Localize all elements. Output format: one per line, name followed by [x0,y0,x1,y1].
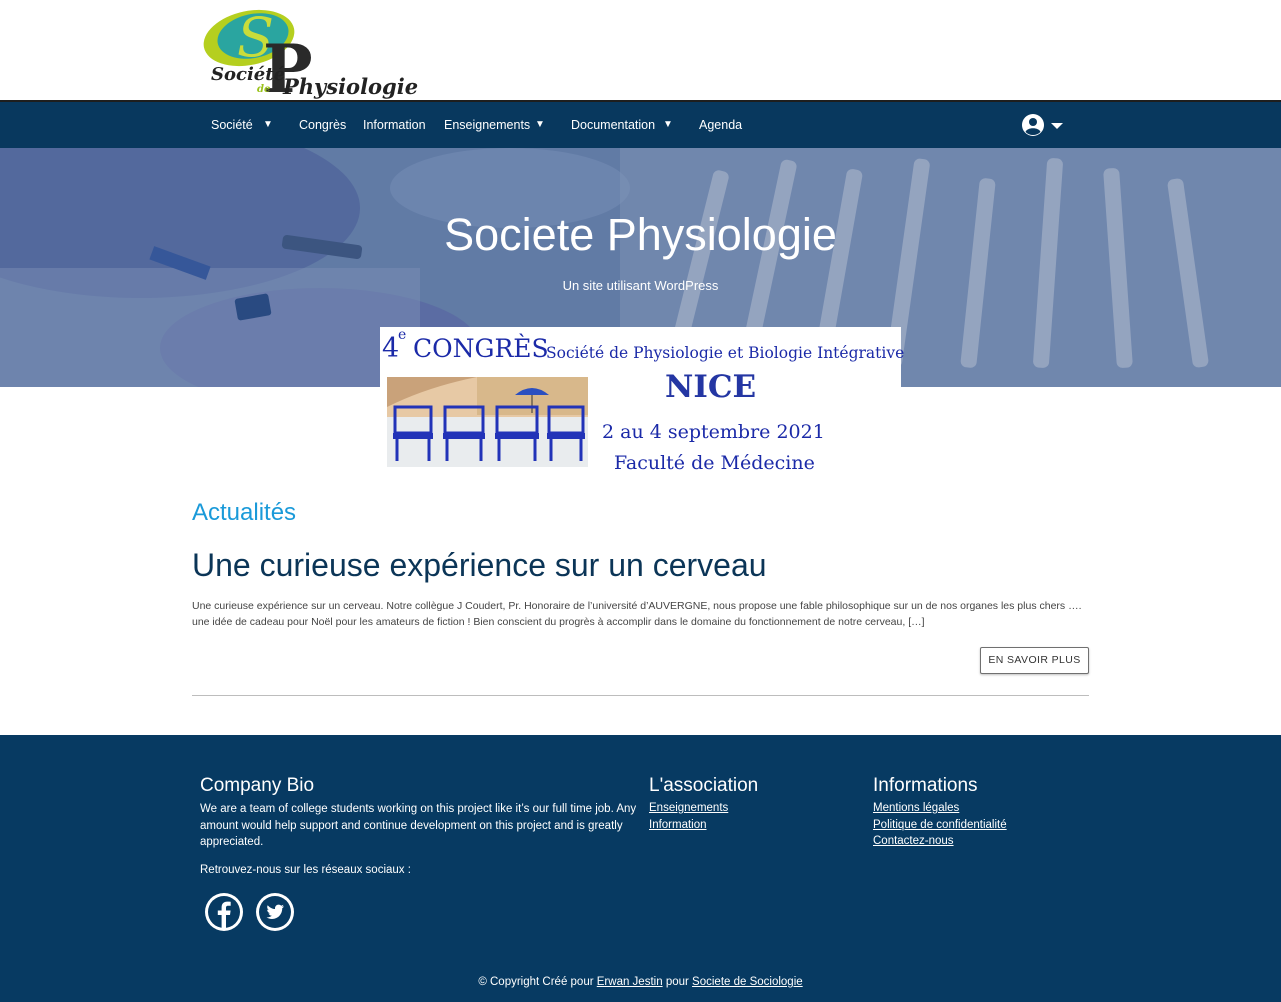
nav-item-societe[interactable]: Société [211,102,253,148]
nav-item-agenda[interactable]: Agenda [699,102,742,148]
user-account-icon [1022,114,1063,136]
copyright-middle: pour [665,976,689,988]
banner-congress-number: 4 [382,333,400,364]
banner-congres: CONGRÈS [413,334,549,363]
nav-item-enseignements[interactable]: Enseignements [444,102,530,148]
footer-social-label: Retrouvez-nous sur les réseaux sociaux : [200,864,411,876]
banner-city: NICE [665,369,757,405]
nav-item-information[interactable]: Information [363,102,426,148]
chevron-down-icon[interactable]: ▼ [535,102,545,148]
read-more-button[interactable]: EN SAVOIR PLUS [980,647,1089,674]
footer-informations-heading: Informations [873,775,978,796]
logo-text-de: de [257,84,271,95]
twitter-icon [259,896,291,928]
nice-chairs-image [387,377,588,467]
banner-congress-superscript: e [398,327,407,343]
post-excerpt: Une curieuse expérience sur un cerveau. … [192,600,1082,628]
hero-subtitle: Un site utilisant WordPress [562,278,719,293]
footer-link-contact[interactable]: Contactez-nous [873,835,954,847]
banner-dates: 2 au 4 septembre 2021 [602,421,825,443]
site-footer: Company Bio We are a team of college stu… [0,735,1281,1002]
footer-link-enseignements[interactable]: Enseignements [649,802,728,814]
banner-venue: Faculté de Médecine [614,452,815,474]
site-logo[interactable]: S P Société de Physiologie [201,6,418,108]
main-nav: Société ▼ Congrès Information Enseigneme… [0,100,1281,148]
logo-text-societe: Société [211,64,286,85]
footer-bio-text: We are a team of college students workin… [200,803,637,848]
chevron-down-icon[interactable]: ▼ [263,102,273,148]
user-menu[interactable] [1021,113,1067,137]
facebook-icon [208,896,240,928]
footer-link-information[interactable]: Information [649,819,707,831]
twitter-link[interactable] [256,893,294,931]
banner-society: Société de Physiologie et Biologie Intég… [546,344,905,362]
facebook-link[interactable] [205,893,243,931]
logo-text-physiologie: Physiologie [283,74,419,99]
chevron-down-icon[interactable]: ▼ [663,102,673,148]
copyright-site-link[interactable]: Societe de Sociologie [692,976,803,988]
footer-bio-heading: Company Bio [200,775,315,796]
hero-title: Societe Physiologie [444,209,837,260]
footer-association-heading: L'association [649,775,759,796]
copyright: © Copyright Créé pour Erwan Jestin pour … [0,976,1281,988]
footer-link-mentions-legales[interactable]: Mentions légales [873,802,959,814]
post-divider [192,695,1089,696]
post-title[interactable]: Une curieuse expérience sur un cerveau [192,547,767,584]
nav-item-congres[interactable]: Congrès [299,102,346,148]
nav-item-documentation[interactable]: Documentation [571,102,655,148]
copyright-author-link[interactable]: Erwan Jestin [597,976,663,988]
copyright-prefix: © Copyright Créé pour [478,976,594,988]
congress-banner[interactable]: 4 e CONGRÈS Société de Physiologie et Bi… [380,327,905,485]
site-header: S P Société de Physiologie [0,0,1281,108]
section-title-news: Actualités [192,499,297,526]
footer-link-privacy[interactable]: Politique de confidentialité [873,819,1007,831]
